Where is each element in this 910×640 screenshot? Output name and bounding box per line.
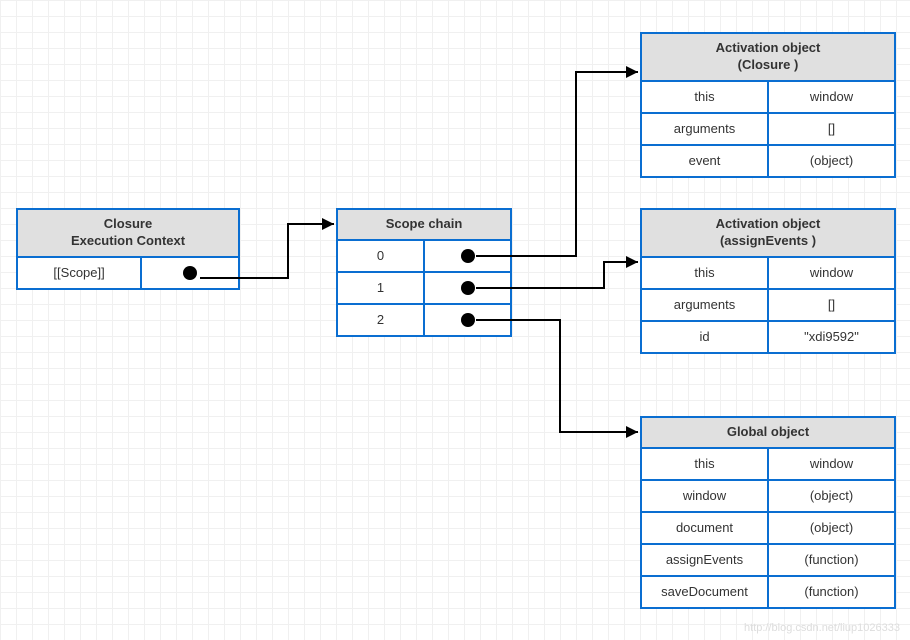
prop-value: [] [769, 290, 894, 320]
dot-icon [461, 313, 475, 327]
table-row: saveDocument (function) [642, 577, 894, 607]
scope-chain-header: Scope chain [338, 210, 510, 241]
prop-key: saveDocument [642, 577, 769, 607]
table-row: this window [642, 449, 894, 481]
activation-assign-title-line2: (assignEvents ) [720, 233, 816, 248]
dot-icon [183, 266, 197, 280]
prop-value: (object) [769, 481, 894, 511]
prop-key: arguments [642, 290, 769, 320]
prop-key: id [642, 322, 769, 352]
scope-chain-index: 0 [338, 241, 425, 271]
prop-key: window [642, 481, 769, 511]
prop-value: (function) [769, 577, 894, 607]
prop-value: (object) [769, 146, 894, 176]
prop-key: this [642, 449, 769, 479]
global-object-box: Global object this window window (object… [640, 416, 896, 609]
activation-closure-box: Activation object (Closure ) this window… [640, 32, 896, 178]
activation-closure-title-line1: Activation object [716, 40, 821, 55]
activation-assign-box: Activation object (assignEvents ) this w… [640, 208, 896, 354]
activation-closure-header: Activation object (Closure ) [642, 34, 894, 82]
table-row: event (object) [642, 146, 894, 176]
table-row: arguments [] [642, 114, 894, 146]
closure-context-title-line2: Execution Context [71, 233, 185, 248]
table-row: id "xdi9592" [642, 322, 894, 352]
prop-key: arguments [642, 114, 769, 144]
scope-chain-index: 2 [338, 305, 425, 335]
scope-chain-pointer [425, 305, 510, 335]
prop-value: (function) [769, 545, 894, 575]
scope-chain-pointer [425, 241, 510, 271]
prop-value: "xdi9592" [769, 322, 894, 352]
dot-icon [461, 281, 475, 295]
closure-context-box: Closure Execution Context [[Scope]] [16, 208, 240, 290]
table-row: assignEvents (function) [642, 545, 894, 577]
scope-chain-box: Scope chain 0 1 2 [336, 208, 512, 337]
prop-key: assignEvents [642, 545, 769, 575]
dot-icon [461, 249, 475, 263]
prop-value: window [769, 82, 894, 112]
closure-context-row: [[Scope]] [18, 258, 238, 288]
prop-value: (object) [769, 513, 894, 543]
prop-key: document [642, 513, 769, 543]
prop-value: window [769, 258, 894, 288]
prop-key: event [642, 146, 769, 176]
closure-context-title-line1: Closure [104, 216, 152, 231]
prop-key: this [642, 258, 769, 288]
scope-chain-row: 2 [338, 305, 510, 335]
table-row: window (object) [642, 481, 894, 513]
global-object-header: Global object [642, 418, 894, 449]
table-row: this window [642, 258, 894, 290]
activation-assign-title-line1: Activation object [716, 216, 821, 231]
closure-context-header: Closure Execution Context [18, 210, 238, 258]
scope-chain-row: 1 [338, 273, 510, 305]
scope-chain-pointer [425, 273, 510, 303]
activation-closure-title-line2: (Closure ) [738, 57, 799, 72]
watermark-text: http://blog.csdn.net/liup1026333 [744, 622, 900, 634]
prop-key: this [642, 82, 769, 112]
table-row: this window [642, 82, 894, 114]
scope-chain-row: 0 [338, 241, 510, 273]
prop-value: [] [769, 114, 894, 144]
table-row: arguments [] [642, 290, 894, 322]
closure-scope-pointer [142, 258, 238, 288]
scope-chain-index: 1 [338, 273, 425, 303]
prop-value: window [769, 449, 894, 479]
activation-assign-header: Activation object (assignEvents ) [642, 210, 894, 258]
table-row: document (object) [642, 513, 894, 545]
closure-scope-label: [[Scope]] [18, 258, 142, 288]
